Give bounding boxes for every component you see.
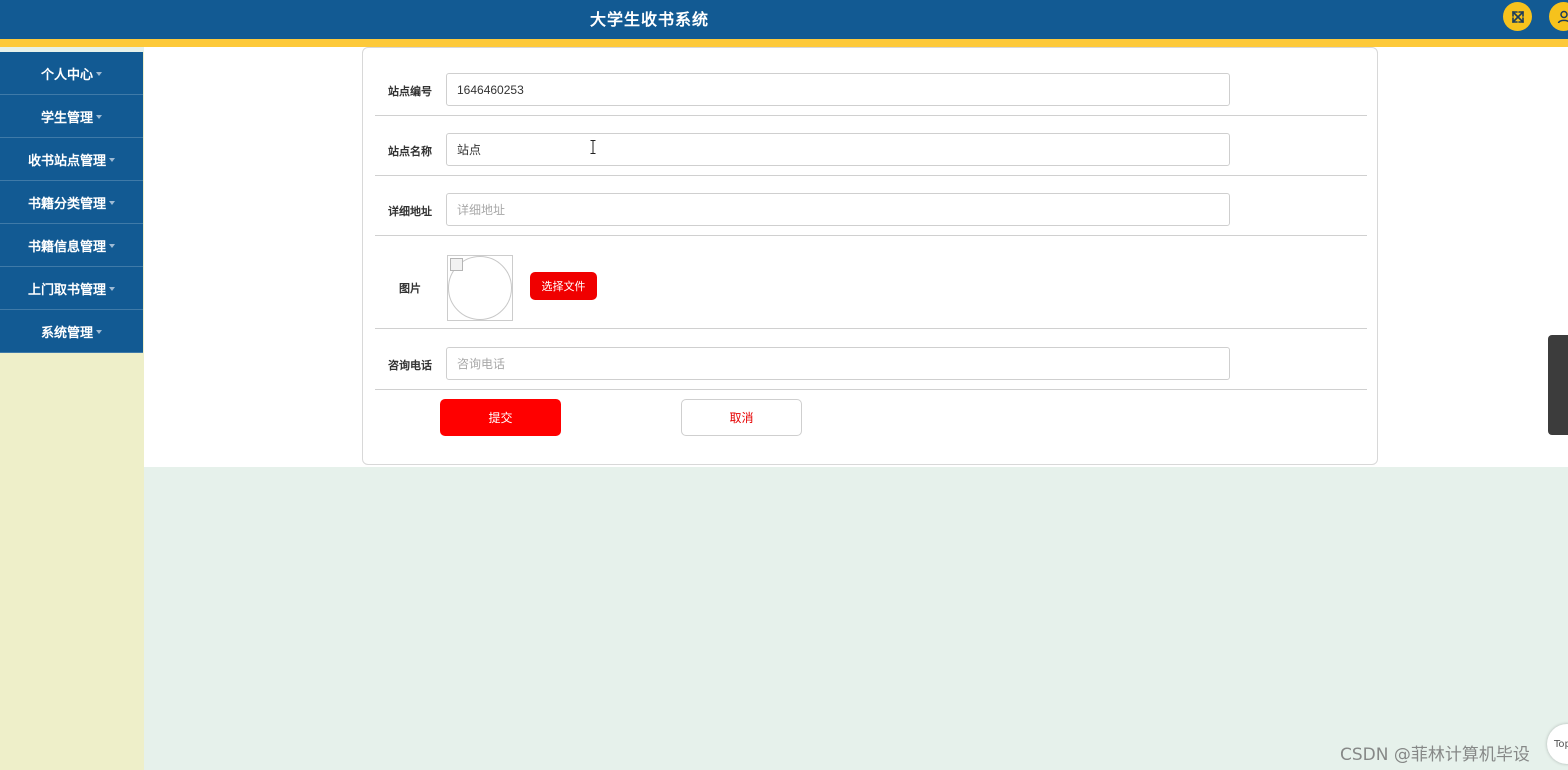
form-row-phone: 咨询电话 bbox=[375, 330, 1367, 390]
sidebar-item-system-management[interactable]: 系统管理 bbox=[0, 310, 143, 353]
cancel-button[interactable]: 取消 bbox=[681, 399, 802, 436]
sidebar: 个人中心 学生管理 收书站点管理 书籍分类管理 书籍信息管理 上门取书管理 系统… bbox=[0, 52, 144, 770]
address-label: 详细地址 bbox=[388, 205, 432, 218]
sidebar-item-station-management[interactable]: 收书站点管理 bbox=[0, 138, 143, 181]
expand-button[interactable] bbox=[1503, 2, 1532, 31]
caret-down-icon bbox=[96, 115, 102, 119]
caret-down-icon bbox=[109, 244, 115, 248]
sidebar-item-label: 书籍分类管理 bbox=[27, 196, 106, 212]
sidebar-item-label: 系统管理 bbox=[40, 325, 93, 341]
sidebar-item-pickup-management[interactable]: 上门取书管理 bbox=[0, 267, 143, 310]
caret-down-icon bbox=[109, 201, 115, 205]
address-input[interactable] bbox=[446, 193, 1230, 226]
choose-file-button[interactable]: 选择文件 bbox=[530, 272, 597, 300]
image-preview bbox=[447, 255, 513, 321]
station-name-label: 站点名称 bbox=[388, 145, 432, 158]
sidebar-item-personal-center[interactable]: 个人中心 bbox=[0, 52, 143, 95]
caret-down-icon bbox=[96, 72, 102, 76]
back-to-top-button[interactable]: Top bbox=[1547, 724, 1568, 764]
form-row-image: 图片 选择文件 bbox=[375, 237, 1367, 329]
sidebar-item-book-info-management[interactable]: 书籍信息管理 bbox=[0, 224, 143, 267]
back-to-top-label: Top bbox=[1554, 738, 1568, 750]
sidebar-item-label: 学生管理 bbox=[40, 110, 93, 126]
app-title: 大学生收书系统 bbox=[590, 10, 710, 29]
phone-label: 咨询电话 bbox=[388, 359, 432, 372]
sidebar-item-student-management[interactable]: 学生管理 bbox=[0, 95, 143, 138]
broken-image-icon bbox=[450, 258, 463, 271]
expand-arrows-icon bbox=[1511, 10, 1524, 23]
station-no-input[interactable] bbox=[446, 73, 1230, 106]
form-row-station-name: 站点名称 bbox=[375, 117, 1367, 176]
user-icon bbox=[1557, 10, 1568, 23]
form-row-station-no: 站点编号 bbox=[375, 67, 1367, 116]
sidebar-item-label: 上门取书管理 bbox=[27, 282, 106, 298]
form-row-address: 详细地址 bbox=[375, 177, 1367, 236]
side-drawer-tab[interactable] bbox=[1548, 335, 1568, 435]
station-no-label: 站点编号 bbox=[388, 85, 432, 98]
sidebar-item-label: 书籍信息管理 bbox=[27, 239, 106, 255]
top-header: 大学生收书系统 bbox=[0, 0, 1568, 47]
caret-down-icon bbox=[96, 330, 102, 334]
station-name-input[interactable] bbox=[446, 133, 1230, 166]
image-label: 图片 bbox=[399, 282, 421, 295]
phone-input[interactable] bbox=[446, 347, 1230, 380]
sidebar-item-category-management[interactable]: 书籍分类管理 bbox=[0, 181, 143, 224]
submit-button[interactable]: 提交 bbox=[440, 399, 561, 436]
sidebar-item-label: 个人中心 bbox=[40, 67, 93, 83]
user-button[interactable] bbox=[1549, 2, 1568, 31]
caret-down-icon bbox=[109, 158, 115, 162]
watermark: CSDN @菲林计算机毕设 bbox=[1340, 745, 1530, 765]
sidebar-item-label: 收书站点管理 bbox=[27, 153, 106, 169]
caret-down-icon bbox=[109, 287, 115, 291]
